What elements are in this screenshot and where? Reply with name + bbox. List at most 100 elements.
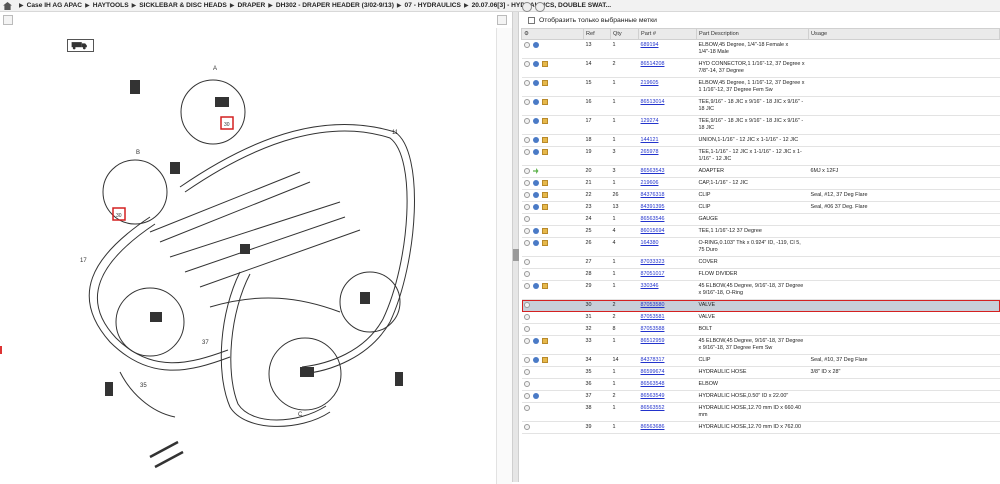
table-row[interactable]: 27 1 87033323 COVER [521,256,1000,269]
info-icon[interactable] [523,302,530,308]
info-icon[interactable] [523,259,530,265]
table-row[interactable]: 19 3 265978 TEE,1-1/16" - 12 JIC x 1-1/16" … [521,146,1000,166]
link-icon[interactable] [532,137,539,143]
filter-selected-only[interactable]: Отобразить только выбранные метки [528,15,657,25]
table-row[interactable]: 38 1 86563552 HYDRAULIC HOSE,12.70 mm ID x … [521,402,1000,422]
part-number-link[interactable]: 84391395 [641,204,665,210]
cart-icon[interactable] [541,180,548,186]
column-header-qty[interactable]: Qty [610,28,639,40]
part-number-link[interactable]: 219606 [641,180,659,186]
info-icon[interactable] [523,168,530,174]
diagram-scrollbar[interactable] [496,28,512,484]
info-icon[interactable] [523,192,530,198]
part-number-link[interactable]: 87051017 [641,271,665,277]
link-icon[interactable] [532,118,539,124]
part-number-link[interactable]: 86563548 [641,381,665,387]
table-row[interactable]: 26 4 164380 O-RING,0.103" Thk x 0.924" ID, … [521,237,1000,257]
breadcrumb-item-category[interactable]: HAYTOOLS [93,2,129,9]
link-icon[interactable] [532,283,539,289]
link-icon[interactable] [532,180,539,186]
cart-icon[interactable] [541,204,548,210]
cart-icon[interactable] [541,61,548,67]
table-row[interactable]: 25 4 86015694 TEE,1 1/16"-12 37 Degree [521,225,1000,238]
info-icon[interactable] [523,271,530,277]
table-row[interactable]: 15 1 219605 ELBOW,45 Degree, 1 1/16"-12, 37… [521,77,1000,97]
link-icon[interactable] [532,61,539,67]
cart-icon[interactable] [541,149,548,155]
info-icon[interactable] [523,393,530,399]
info-icon[interactable] [523,283,530,289]
table-row[interactable]: 14 2 86514208 HYD CONNECTOR,1 1/16"-12, 37 … [521,58,1000,78]
table-row[interactable]: 37 2 86563549 HYDRAULIC HOSE,0.50" ID x 22.… [521,390,1000,403]
table-row[interactable]: 28 1 87051017 FLOW DIVIDER [521,268,1000,281]
info-icon[interactable] [523,326,530,332]
link-icon[interactable] [532,80,539,86]
link-icon[interactable] [532,149,539,155]
part-number-link[interactable]: 84376318 [641,192,665,198]
info-icon[interactable] [523,61,530,67]
part-number-link[interactable]: 87053580 [641,302,665,308]
link-icon[interactable] [532,393,539,399]
info-icon[interactable] [523,357,530,363]
part-number-link[interactable]: 87053581 [641,314,665,320]
info-icon[interactable] [523,118,530,124]
info-icon[interactable] [523,338,530,344]
home-icon[interactable] [3,1,12,10]
settings-icon[interactable]: ⚙ [524,31,529,37]
link-icon[interactable] [532,338,539,344]
table-row[interactable]: 23 13 84391395 CLIP Seal, #06 37 Deg. Flare [521,201,1000,214]
info-icon[interactable] [523,42,530,48]
part-number-link[interactable]: 86514208 [641,61,665,67]
table-row[interactable]: 39 1 86563686 HYDRAULIC HOSE,12.70 mm ID x … [521,421,1000,434]
table-row[interactable]: 17 1 129274 TEE,9/16" - 18 JIC x 9/16" - 18… [521,115,1000,135]
panel-toggle-button[interactable] [497,15,507,25]
cart-icon[interactable] [541,338,548,344]
table-row[interactable]: 30 2 87053580 VALVE [521,299,1000,312]
info-icon[interactable] [523,216,530,222]
cart-icon[interactable] [541,118,548,124]
cart-icon[interactable] [541,137,548,143]
breadcrumb-item-brand[interactable]: Case IH AG APAC [27,2,82,9]
panel-splitter[interactable] [512,12,519,482]
info-icon[interactable] [523,99,530,105]
link-icon[interactable] [532,192,539,198]
part-number-link[interactable]: 86512959 [641,338,665,344]
part-number-link[interactable]: 86599674 [641,369,665,375]
info-icon[interactable] [523,228,530,234]
column-header-part[interactable]: Part # [638,28,697,40]
part-number-link[interactable]: 219605 [641,80,659,86]
forward-icon[interactable] [535,2,545,12]
table-row[interactable]: 20 3 86563543 ADAPTER 6MJ x 12FJ [521,165,1000,178]
info-icon[interactable] [523,369,530,375]
part-number-link[interactable]: 87033323 [641,259,665,265]
info-icon[interactable] [523,149,530,155]
part-number-link[interactable]: 86513014 [641,99,665,105]
part-number-link[interactable]: 689194 [641,42,659,48]
link-icon[interactable] [532,42,539,48]
info-icon[interactable] [523,424,530,430]
table-row[interactable]: 13 1 689194 ELBOW,45 Degree, 1/4"-18 Female… [521,39,1000,59]
cart-icon[interactable] [541,283,548,289]
link-icon[interactable] [532,228,539,234]
table-row[interactable]: 36 1 86563548 ELBOW [521,378,1000,391]
column-header[interactable]: ⚙ [521,28,584,40]
part-number-link[interactable]: 164380 [641,240,659,246]
part-number-link[interactable]: 86563543 [641,168,665,174]
cart-icon[interactable] [541,192,548,198]
column-header-ref[interactable]: Ref [583,28,611,40]
part-number-link[interactable]: 86563546 [641,216,665,222]
info-icon[interactable] [523,80,530,86]
table-row[interactable]: 35 1 86599674 HYDRAULIC HOSE 3/8" ID x 28" [521,366,1000,379]
info-icon[interactable] [523,180,530,186]
table-row[interactable]: 18 1 144121 UNION,1-1/16" - 12 JIC x 1-1/16… [521,134,1000,147]
part-number-link[interactable]: 86563686 [641,424,665,430]
link-icon[interactable] [532,204,539,210]
filter-checkbox[interactable] [528,16,535,24]
link-icon[interactable] [532,357,539,363]
cart-icon[interactable] [541,357,548,363]
back-icon[interactable] [522,2,532,12]
breadcrumb-item-family[interactable]: DRAPER [237,2,265,9]
table-row[interactable]: 33 1 86512959 45 ELBOW,45 Degree, 9/16"-18,… [521,335,1000,355]
link-icon[interactable] [532,99,539,105]
info-icon[interactable] [523,405,530,411]
